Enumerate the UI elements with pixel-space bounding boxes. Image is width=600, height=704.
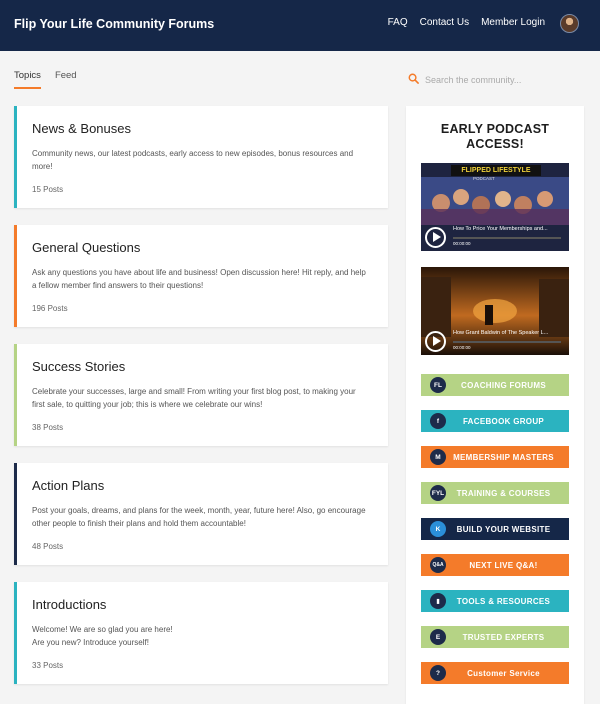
video-title: How Grant Baldwin of The Speaker L... <box>453 330 549 336</box>
coaching-forums-button[interactable]: FL COACHING FORUMS <box>421 374 569 396</box>
forum-post-count: 38 Posts <box>32 423 64 432</box>
forum-description: Post your goals, dreams, and plans for t… <box>32 506 366 528</box>
tools-resources-button[interactable]: ▮ TOOLS & RESOURCES <box>421 590 569 612</box>
forum-card-action-plans[interactable]: Action Plans Post your goals, dreams, an… <box>14 463 388 565</box>
site-brand[interactable]: Flip Your Life Community Forums <box>14 17 214 31</box>
trusted-experts-icon: E <box>430 629 446 645</box>
video-title: How To Price Your Memberships and... <box>453 226 548 232</box>
facebook-icon: f <box>430 413 446 429</box>
nav-login-link[interactable]: Member Login <box>481 17 545 28</box>
search-bar <box>408 73 578 87</box>
help-icon: ? <box>430 665 446 681</box>
video-progress-bar[interactable] <box>453 237 561 239</box>
sidebar-title: EARLY PODCAST ACCESS! <box>440 122 550 151</box>
tab-topics[interactable]: Topics <box>14 70 41 89</box>
video-time: 00:00:00 <box>453 241 471 246</box>
tab-feed[interactable]: Feed <box>55 70 77 89</box>
forum-card-success-stories[interactable]: Success Stories Celebrate your successes… <box>14 344 388 446</box>
membership-masters-button[interactable]: M MEMBERSHIP MASTERS <box>421 446 569 468</box>
video-time: 00:00:00 <box>453 345 471 350</box>
build-website-icon: K <box>430 521 446 537</box>
header-nav: FAQ Contact Us Member Login <box>388 17 545 28</box>
forum-title[interactable]: General Questions <box>32 240 140 255</box>
forum-post-count: 33 Posts <box>32 661 64 670</box>
podcast-banner: FLIPPED LIFESTYLE <box>451 165 541 176</box>
next-live-qa-button[interactable]: Q&A NEXT LIVE Q&A! <box>421 554 569 576</box>
forum-title[interactable]: Success Stories <box>32 359 125 374</box>
facebook-group-button[interactable]: f FACEBOOK GROUP <box>421 410 569 432</box>
qa-icon: Q&A <box>430 557 446 573</box>
button-label: TRUSTED EXPERTS <box>462 632 545 642</box>
training-courses-icon: FYL <box>430 485 446 501</box>
nav-faq-link[interactable]: FAQ <box>388 17 408 28</box>
user-avatar[interactable] <box>560 14 579 33</box>
play-icon[interactable] <box>425 331 446 352</box>
podcast-subbanner: PODCAST <box>473 176 495 181</box>
search-icon[interactable] <box>408 71 419 89</box>
nav-contact-link[interactable]: Contact Us <box>420 17 469 28</box>
forum-card-news[interactable]: News & Bonuses Community news, our lates… <box>14 106 388 208</box>
button-label: TRAINING & COURSES <box>456 488 551 498</box>
top-navbar: Flip Your Life Community Forums FAQ Cont… <box>0 0 600 51</box>
podcast-video-1[interactable]: FLIPPED LIFESTYLE PODCAST How To Price Y… <box>421 163 569 251</box>
trusted-experts-button[interactable]: E TRUSTED EXPERTS <box>421 626 569 648</box>
phone-icon: ▮ <box>430 593 446 609</box>
forum-description: Ask any questions you have about life an… <box>32 268 366 290</box>
sidebar-widget: EARLY PODCAST ACCESS! FLIPPED LIFESTYLE … <box>406 106 584 704</box>
training-courses-button[interactable]: FYL TRAINING & COURSES <box>421 482 569 504</box>
search-input[interactable] <box>425 75 570 85</box>
membership-masters-icon: M <box>430 449 446 465</box>
button-label: FACEBOOK GROUP <box>462 416 545 426</box>
customer-service-button[interactable]: ? Customer Service <box>421 662 569 684</box>
forum-description: Welcome! We are so glad you are here! Ar… <box>32 625 173 647</box>
forum-post-count: 48 Posts <box>32 542 64 551</box>
button-label: MEMBERSHIP MASTERS <box>453 452 554 462</box>
forum-card-introductions[interactable]: Introductions Welcome! We are so glad yo… <box>14 582 388 684</box>
video-progress-bar[interactable] <box>453 341 561 343</box>
forum-list: News & Bonuses Community news, our lates… <box>14 106 388 701</box>
forum-title[interactable]: Introductions <box>32 597 106 612</box>
button-label: COACHING FORUMS <box>461 380 546 390</box>
forum-title[interactable]: Action Plans <box>32 478 104 493</box>
build-website-button[interactable]: K BUILD YOUR WEBSITE <box>421 518 569 540</box>
button-label: BUILD YOUR WEBSITE <box>456 524 551 534</box>
forum-title[interactable]: News & Bonuses <box>32 121 131 136</box>
button-label: NEXT LIVE Q&A! <box>469 560 538 570</box>
button-label: TOOLS & RESOURCES <box>456 596 551 606</box>
forum-tabs: Topics Feed <box>14 70 77 89</box>
forum-card-general-questions[interactable]: General Questions Ask any questions you … <box>14 225 388 327</box>
button-label: Customer Service <box>467 668 540 678</box>
forum-post-count: 15 Posts <box>32 185 64 194</box>
coaching-forums-icon: FL <box>430 377 446 393</box>
play-icon[interactable] <box>425 227 446 248</box>
forum-description: Community news, our latest podcasts, ear… <box>32 149 354 171</box>
podcast-video-2[interactable]: How Grant Baldwin of The Speaker L... 00… <box>421 267 569 355</box>
forum-post-count: 196 Posts <box>32 304 68 313</box>
forum-description: Celebrate your successes, large and smal… <box>32 387 356 409</box>
